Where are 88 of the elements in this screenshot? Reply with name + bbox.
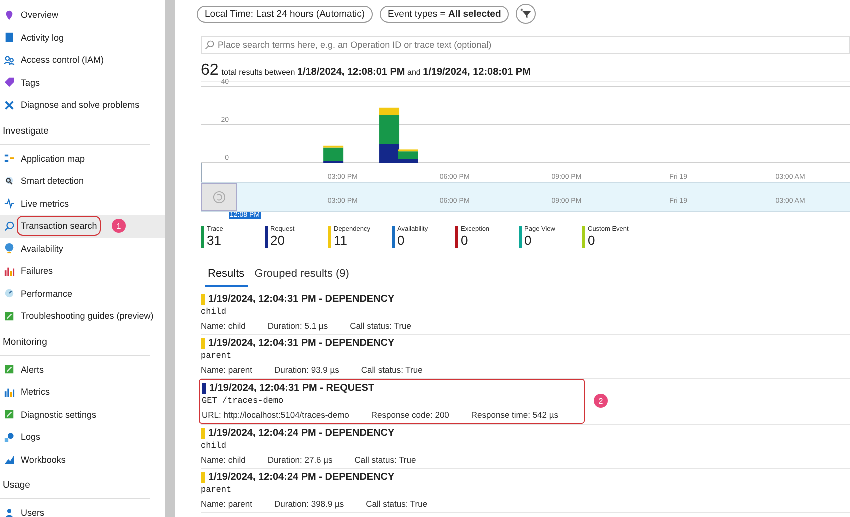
workbook-icon (4, 454, 15, 466)
search-icon (4, 220, 15, 232)
result-title: 1/19/2024, 12:04:31 PM - DEPENDENCY (208, 338, 395, 348)
search-field[interactable]: Place search terms here, e.g. an Operation ID or trace text (optional) (201, 36, 850, 54)
nav-item[interactable]: Tags (0, 72, 165, 94)
result-field: Name: child (201, 321, 246, 331)
result-title: 1/19/2024, 12:04:24 PM - DEPENDENCY (208, 428, 395, 438)
result-field: Name: parent (201, 365, 252, 375)
nav-item[interactable]: Users (0, 502, 165, 517)
nav-item[interactable]: Logs (0, 426, 165, 448)
result-name: child (201, 306, 228, 319)
result-item[interactable]: 1/19/2024, 12:04:31 PM - DEPENDENCY child Name: child Duration: 5.1 µs Call status: True (201, 291, 587, 334)
people-icon (4, 54, 15, 66)
document-icon (4, 32, 15, 44)
brush-handle[interactable] (201, 183, 237, 211)
legend-count: 11 (334, 233, 348, 248)
legend-count: 0 (461, 233, 470, 248)
result-name: child (201, 440, 228, 453)
nav-item[interactable]: Diagnostic settings (0, 404, 165, 426)
result-name: parent (201, 484, 233, 497)
scrollbar[interactable] (165, 0, 175, 517)
time-filter-button[interactable]: Local Time: Last 24 hours (Automatic) (197, 6, 373, 22)
result-field: Call status: True (366, 499, 428, 509)
nav-item[interactable]: Live metrics (0, 192, 165, 215)
gauge-icon (4, 288, 15, 300)
result-field: Response time: 542 µs (471, 410, 559, 420)
results-tab[interactable]: Results (205, 266, 248, 287)
nav-item[interactable]: Overview (0, 4, 165, 26)
result-item[interactable]: 1/19/2024, 12:04:24 PM - DEPENDENCY parent Name: parent Duration: 398.9 µs Call status: True (201, 469, 587, 512)
nav-item[interactable]: Application map (0, 148, 165, 170)
nav-item[interactable]: Availability (0, 238, 165, 260)
result-field: Duration: 5.1 µs (268, 321, 328, 331)
result-field: Duration: 27.6 µs (268, 455, 333, 465)
logs-icon (4, 432, 15, 443)
result-field: Name: child (201, 455, 246, 465)
reset-icon (212, 190, 226, 204)
globe-icon (4, 243, 15, 254)
legend-count: 0 (524, 233, 533, 248)
result-field: URL: http://localhost:5104/traces-demo (202, 410, 350, 420)
legend-count: 20 (270, 233, 286, 248)
result-title: 1/19/2024, 12:04:31 PM - DEPENDENCY (208, 294, 395, 304)
result-name: GET /traces-demo (202, 395, 285, 408)
results-tab[interactable]: Grouped results (9) (252, 266, 352, 287)
tag-icon (4, 77, 15, 88)
result-field: Duration: 93.9 µs (274, 365, 340, 375)
nav-item[interactable]: Smart detection (0, 170, 165, 192)
section-heading: Monitoring (2, 336, 48, 350)
result-range-text: total results between 1/18/2024, 12:08:01 PM and 1/19/2024, 12:08:01 PM (222, 67, 531, 78)
callout-badge: 2 (594, 394, 608, 408)
nav-item[interactable]: Access control (IAM) (0, 49, 165, 72)
result-item[interactable]: 1/19/2024, 12:04:31 PM - REQUEST GET /traces-demo URL: http://localhost:5104/traces-demo Response code: 200 Response time: 542 µs (199, 379, 585, 424)
legend-count: 31 (207, 233, 222, 248)
nav-item[interactable]: Activity log (0, 26, 165, 49)
result-field: Call status: True (361, 365, 423, 375)
result-field: Name: parent (201, 499, 252, 509)
chart-icon (4, 386, 15, 398)
add-filter-button[interactable] (516, 4, 536, 24)
nav-item[interactable]: Workbooks (0, 448, 165, 471)
pin-icon (4, 10, 15, 21)
nav-item[interactable]: Failures (0, 260, 165, 282)
event-types-filter-button[interactable]: Event types = All selected (380, 6, 510, 22)
result-title: 1/19/2024, 12:04:24 PM - DEPENDENCY (208, 472, 395, 482)
section-heading: Usage (2, 479, 32, 493)
result-field: Call status: True (350, 321, 412, 331)
user-icon (4, 508, 15, 517)
bar-chart-icon (4, 266, 15, 277)
nav-item[interactable]: Diagnose and solve problems (0, 94, 165, 116)
legend-count: 0 (588, 233, 596, 248)
nav-item[interactable]: Troubleshooting guides (preview) (0, 305, 165, 328)
result-item[interactable]: 1/19/2024, 12:04:24 PM - DEPENDENCY child Name: child Duration: 27.6 µs Call status: True (201, 425, 587, 468)
result-field: Duration: 398.9 µs (274, 499, 344, 509)
result-count: 62 (201, 62, 219, 80)
search-icon (205, 40, 215, 50)
section-heading: Investigate (2, 124, 50, 138)
tools-icon (4, 100, 15, 111)
magnifier-icon (4, 176, 15, 187)
filter-icon (520, 8, 532, 20)
result-field: Response code: 200 (371, 410, 450, 420)
nav-item[interactable]: Performance (0, 282, 165, 305)
result-title: 1/19/2024, 12:04:31 PM - REQUEST (210, 382, 375, 394)
result-item[interactable]: 1/19/2024, 12:04:31 PM - DEPENDENCY parent Name: parent Duration: 93.9 µs Call status: True (201, 335, 587, 378)
nav-item[interactable]: Metrics (0, 381, 165, 404)
pulse-icon (4, 198, 15, 210)
legend-count: 0 (398, 233, 406, 248)
result-field: Call status: True (354, 455, 416, 465)
nav-item[interactable]: Alerts (0, 358, 165, 381)
nodes-icon (4, 153, 15, 164)
result-name: parent (201, 350, 233, 363)
